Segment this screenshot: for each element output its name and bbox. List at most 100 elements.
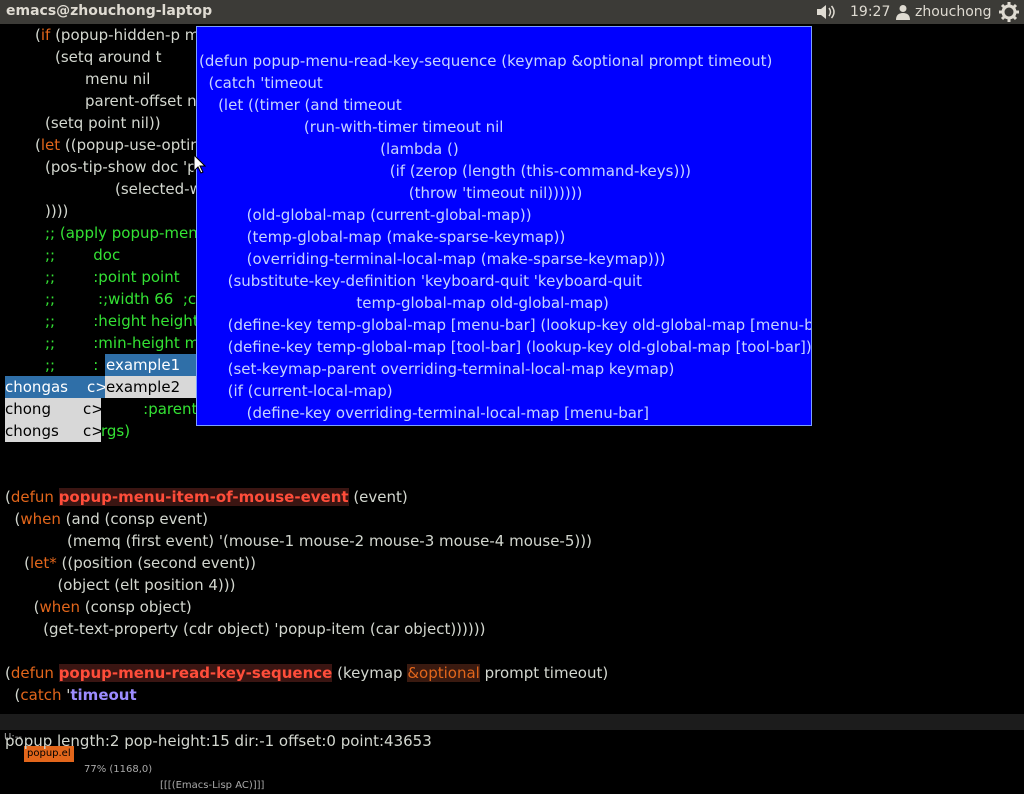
code-token: prompt timeout) xyxy=(479,664,609,682)
popup-doc-line: (define-key temp-global-map [tool-bar] (… xyxy=(199,338,812,356)
code-token: (object (elt position 4))) xyxy=(5,576,236,594)
popup-doc-line: (throw 'timeout nil)))))) xyxy=(199,184,583,202)
code-line: (get-text-property (cdr object) 'popup-i… xyxy=(5,618,485,640)
code-line: )))) xyxy=(45,200,68,222)
code-line: (object (elt position 4))) xyxy=(5,574,235,596)
code-token: (pos-tip-show doc 'po xyxy=(45,158,206,176)
popup-doc-line: (catch 'timeout xyxy=(199,74,323,92)
code-token: &optional xyxy=(407,664,480,682)
code-token: let* xyxy=(29,554,57,572)
code-line: menu nil xyxy=(85,68,150,90)
editor-buffer[interactable]: (catch 'timeout (defun popup-menu-read-ke… xyxy=(0,24,1024,714)
popup-doc-line: (set-keymap-parent overriding-terminal-l… xyxy=(199,360,675,378)
code-token: ( xyxy=(5,598,40,616)
menu-item-example2[interactable]: example2 xyxy=(105,376,196,398)
mode-line-mode[interactable]: [[[(Emacs-Lisp AC)]]] xyxy=(160,778,264,794)
code-token: when xyxy=(20,510,61,528)
code-line: (defun popup-menu-read-key-sequence (key… xyxy=(5,662,608,684)
code-token: popup-menu-read-key-sequence xyxy=(58,664,333,682)
code-line: ;; : xyxy=(45,354,98,376)
popup-doc-line: (if (current-local-map) xyxy=(199,382,393,400)
code-token: (keymap xyxy=(332,664,408,682)
code-token: ;; : xyxy=(45,356,99,374)
code-line: parent-offset ni xyxy=(85,90,201,112)
code-line: ;; :min-height m xyxy=(45,332,199,354)
code-token: defun xyxy=(10,664,54,682)
popup-doc-line: (run-with-timer timeout nil xyxy=(199,118,504,136)
code-token: ;; :;width 66 ;c xyxy=(45,290,197,308)
code-token: (get-text-property (cdr object) 'popup-i… xyxy=(5,620,486,638)
code-line: (when (consp object) xyxy=(5,596,192,618)
code-token: ((popup-use-optim xyxy=(60,136,205,154)
code-token: (and (consp event) xyxy=(60,510,208,528)
menu-row-name: chongs xyxy=(5,422,59,440)
code-line: (setq point nil)) xyxy=(45,112,161,134)
code-token: ;; doc xyxy=(45,246,121,264)
popup-doc-line: (overriding-terminal-local-map (make-spa… xyxy=(199,250,666,268)
gear-icon[interactable] xyxy=(999,2,1019,22)
code-token: rgs) xyxy=(101,422,131,440)
code-line: (memq (first event) '(mouse-1 mouse-2 mo… xyxy=(5,530,592,552)
clock[interactable]: 19:27 xyxy=(850,4,890,20)
code-line: ;; (apply popup-menu xyxy=(45,222,207,244)
code-token: ( xyxy=(5,686,21,704)
code-line: (setq around t xyxy=(55,46,161,68)
menu-row-key: c> xyxy=(83,422,104,440)
menu-row-chongas[interactable]: chongas c> xyxy=(5,376,108,398)
popup-doc-line: (let ((timer (and timeout xyxy=(199,96,402,114)
code-line: ;; :point point xyxy=(45,266,180,288)
user-icon[interactable] xyxy=(896,4,910,20)
doc-popup: (defun popup-menu-read-key-sequence (key… xyxy=(196,26,812,426)
code-token: defun xyxy=(10,488,54,506)
menu-row-chong[interactable]: chong c> xyxy=(5,398,104,420)
menu-row-key: c> xyxy=(83,400,104,418)
popup-doc-line: temp-global-map old-global-map) xyxy=(199,294,609,312)
popup-doc-line: (define-key overriding-terminal-local-ma… xyxy=(199,404,649,422)
menu-row-name: chong xyxy=(5,400,51,418)
code-token: ((position (second event)) xyxy=(56,554,256,572)
code-line: (pos-tip-show doc 'po xyxy=(45,156,206,178)
code-token: (setq around t xyxy=(55,48,162,66)
code-line: (catch 'timeout xyxy=(5,684,137,706)
code-token: (consp object) xyxy=(79,598,192,616)
code-token: timeout xyxy=(70,686,137,704)
code-token: when xyxy=(39,598,80,616)
code-token: ;; :height height xyxy=(45,312,199,330)
menu-item-example1[interactable]: example1 xyxy=(105,354,196,376)
popup-doc-line: (substitute-key-definition 'keyboard-qui… xyxy=(199,272,642,290)
window-title: emacs@zhouchong-laptop xyxy=(6,3,213,19)
code-line: (selected-w xyxy=(115,178,202,200)
code-token: )))) xyxy=(45,202,69,220)
popup-doc-line: (if (zerop (length (this-command-keys))) xyxy=(199,162,692,180)
code-token: (selected-w xyxy=(115,180,202,198)
popup-doc-line: (define-key temp-global-map [menu-bar] (… xyxy=(199,316,812,334)
code-line: rgs) xyxy=(101,420,130,442)
code-token: if xyxy=(40,26,51,44)
code-line: (if (popup-hidden-p me xyxy=(35,24,209,46)
code-token: let xyxy=(40,136,61,154)
code-token: parent-offset ni xyxy=(85,92,201,110)
code-line: ;; doc xyxy=(45,244,120,266)
code-token: (setq point nil)) xyxy=(45,114,161,132)
code-token: ( xyxy=(5,510,21,528)
code-line: (let ((popup-use-optim xyxy=(35,134,205,156)
menu-item-label: example2 xyxy=(106,378,181,396)
code-token: (memq (first event) '(mouse-1 mouse-2 mo… xyxy=(5,532,592,550)
code-line: ;; :;width 66 ;c xyxy=(45,288,196,310)
menu-row-chongs[interactable]: chongs c> xyxy=(5,420,104,442)
code-token: catch xyxy=(20,686,62,704)
code-token: menu nil xyxy=(85,70,151,88)
menu-row-name: chongas xyxy=(5,378,68,396)
minibuffer[interactable]: popup length:2 pop-height:15 dir:-1 offs… xyxy=(5,730,432,752)
code-line: (let* ((position (second event)) xyxy=(5,552,256,574)
code-token: ;; :min-height m xyxy=(45,334,200,352)
mode-line-position: 77% (1168,0) xyxy=(84,764,153,775)
code-token: popup-menu-item-of-mouse-event xyxy=(58,488,349,506)
speaker-icon[interactable] xyxy=(816,4,836,20)
code-line: ;; :height height xyxy=(45,310,199,332)
code-line: (when (and (consp event) xyxy=(5,508,208,530)
code-token: (event) xyxy=(348,488,408,506)
user-name[interactable]: zhouchong xyxy=(915,4,992,20)
